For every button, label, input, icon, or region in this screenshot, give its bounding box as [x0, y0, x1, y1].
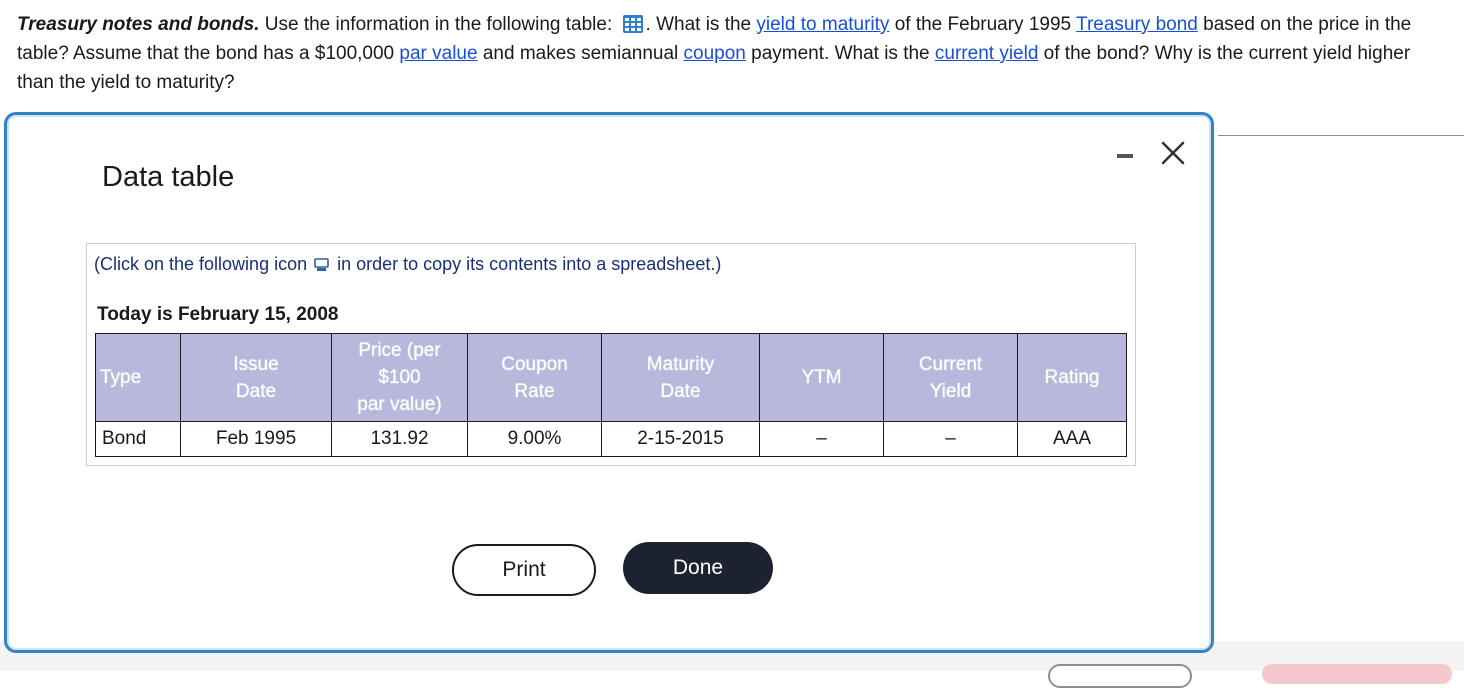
cell-coupon-rate: 9.00% — [467, 421, 602, 457]
header-issue-date: Issue Date — [180, 333, 332, 422]
link-treasury-bond[interactable]: Treasury bond — [1076, 14, 1198, 35]
minimize-button[interactable] — [1113, 139, 1137, 167]
cell-current-yield: – — [883, 421, 1018, 457]
question-part: and makes semiannual — [477, 43, 684, 64]
header-price: Price (per $100 par value) — [331, 333, 468, 422]
data-table-dialog: Data table (Click on the following icon i… — [4, 112, 1214, 653]
header-current-yield: Current Yield — [883, 333, 1018, 422]
header-type: Type — [95, 333, 181, 422]
done-button[interactable]: Done — [623, 542, 773, 594]
cell-ytm: – — [759, 421, 884, 457]
minimize-icon — [1117, 154, 1133, 158]
cell-maturity-date: 2-15-2015 — [601, 421, 760, 457]
copy-icon[interactable] — [313, 257, 331, 273]
cell-price: 131.92 — [331, 421, 468, 457]
bond-data-table: Type Issue Date Price (per $100 par value) … — [95, 333, 1127, 457]
today-label: Today is February 15, 2008 — [97, 304, 339, 325]
partial-button[interactable] — [1048, 664, 1192, 688]
header-rating: Rating — [1017, 333, 1127, 422]
close-icon — [1161, 141, 1185, 165]
link-current-yield[interactable]: current yield — [935, 43, 1039, 64]
link-par-value[interactable]: par value — [399, 43, 477, 64]
question-part: . What is the — [645, 14, 757, 35]
question-text: Treasury notes and bonds. Use the inform… — [17, 10, 1447, 97]
partial-button-highlight[interactable] — [1262, 664, 1452, 684]
cell-issue-date: Feb 1995 — [180, 421, 332, 457]
table-header-row: Type Issue Date Price (per $100 par value) … — [95, 333, 1127, 422]
copy-hint: (Click on the following icon in order to … — [94, 254, 721, 275]
cell-rating: AAA — [1017, 421, 1127, 457]
copy-hint-after: in order to copy its contents into a spr… — [337, 254, 722, 274]
question-lead: Treasury notes and bonds. — [17, 14, 260, 35]
data-panel: (Click on the following icon in order to … — [86, 243, 1136, 466]
header-maturity-date: Maturity Date — [601, 333, 760, 422]
table-row: Bond Feb 1995 131.92 9.00% 2-15-2015 – –… — [95, 421, 1127, 457]
header-ytm: YTM — [759, 333, 884, 422]
link-yield-to-maturity[interactable]: yield to maturity — [756, 14, 889, 35]
divider — [1218, 135, 1464, 136]
copy-hint-before: (Click on the following icon — [94, 254, 308, 274]
question-part: of the February 1995 — [889, 14, 1077, 35]
close-button[interactable] — [1159, 139, 1187, 167]
print-button[interactable]: Print — [452, 544, 596, 596]
dialog-title: Data table — [102, 161, 235, 193]
link-coupon[interactable]: coupon — [684, 43, 746, 64]
cell-type: Bond — [95, 421, 181, 457]
header-coupon-rate: Coupon Rate — [467, 333, 602, 422]
question-part: payment. What is the — [745, 43, 935, 64]
table-grid-icon[interactable] — [622, 14, 644, 34]
question-part: Use the information in the following tab… — [259, 14, 618, 35]
